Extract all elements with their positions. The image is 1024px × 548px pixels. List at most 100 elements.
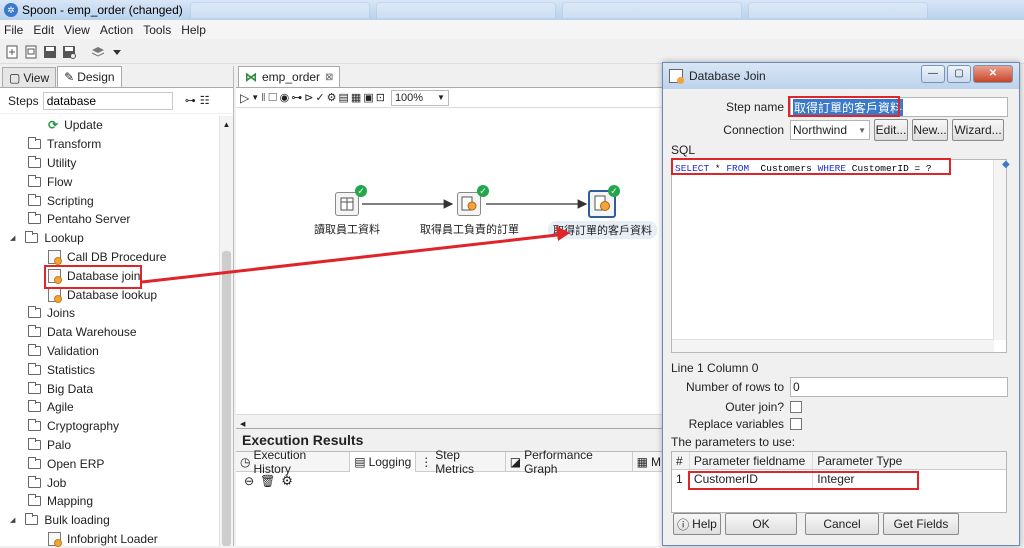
canvas[interactable]: ✓ 讀取員工資料 ✓ 取得員工負責的訂單 ✓ 取得訂單的客戶資料 [236, 108, 666, 426]
sql-editor[interactable]: SELECT * FROM Customers WHERE CustomerID… [671, 159, 1007, 353]
tab-metrics[interactable]: ▦ M [633, 451, 666, 472]
expanded-twisty-icon[interactable]: ◢ [10, 234, 15, 242]
tree-item[interactable]: Infobright Loader [0, 530, 220, 548]
expand-tree-icon[interactable]: ☷ [200, 94, 210, 107]
browser-tab[interactable] [190, 2, 370, 18]
tree-item[interactable]: Scripting [0, 191, 220, 210]
maximize-button[interactable]: ▢ [947, 65, 971, 83]
help-button[interactable]: ⓘ Help [673, 513, 721, 535]
col-header-type[interactable]: Parameter Type [813, 452, 1006, 469]
left-panel-scrollbar[interactable]: ▲ [219, 116, 233, 546]
tree-item[interactable]: Big Data [0, 379, 220, 398]
browser-tab[interactable] [376, 2, 556, 18]
tree-item[interactable]: Transform [0, 135, 220, 154]
zoom-select[interactable]: 100% ▼ [390, 89, 449, 106]
ok-button[interactable]: OK [725, 513, 797, 535]
layers-icon[interactable] [90, 44, 106, 60]
gear-icon[interactable]: ⚙ [281, 473, 293, 489]
menu-edit[interactable]: Edit [33, 23, 54, 37]
get-fields-button[interactable]: Get Fields [883, 513, 959, 535]
tab-emp-order[interactable]: ⋈ emp_order ⊠ [238, 66, 341, 87]
tree-item[interactable]: Validation [0, 342, 220, 361]
run-icon[interactable]: ▷ [240, 91, 249, 105]
menu-file[interactable]: File [4, 23, 23, 37]
table-row[interactable]: 1 CustomerID Integer [672, 470, 1006, 488]
close-button[interactable]: ✕ [973, 65, 1013, 83]
new-file-icon[interactable] [4, 44, 20, 60]
expanded-twisty-icon[interactable]: ◢ [10, 516, 15, 524]
menu-action[interactable]: Action [100, 23, 133, 37]
close-tab-icon[interactable]: ⊠ [325, 72, 333, 83]
stop-circle-icon[interactable]: ⊖ [244, 474, 254, 488]
outer-join-checkbox[interactable] [790, 401, 802, 413]
verify-icon[interactable]: ✓ [315, 91, 324, 104]
browser-tab[interactable] [748, 2, 928, 18]
preview-icon[interactable]: ◉ [280, 91, 290, 104]
menu-help[interactable]: Help [181, 23, 206, 37]
zoom-fit-icon[interactable]: ⊡ [376, 91, 385, 104]
sql-icon[interactable]: ▤ [339, 91, 349, 104]
pause-icon[interactable]: ‖ [261, 92, 266, 104]
tree-item[interactable]: ◢ Bulk loading [0, 511, 220, 530]
tree-item[interactable]: Database lookup [0, 285, 220, 304]
sql-horizontal-scrollbar[interactable] [672, 339, 994, 352]
tree-item[interactable]: Pentaho Server [0, 210, 220, 229]
impact-icon[interactable]: ⚙ [327, 91, 337, 104]
steps-search-input[interactable] [42, 91, 173, 110]
node-get-orders[interactable] [457, 192, 481, 216]
tree-item[interactable]: Utility [0, 154, 220, 173]
scroll-thumb[interactable] [222, 251, 231, 546]
tree-item[interactable]: ◢ Lookup [0, 229, 220, 248]
replay-icon[interactable]: ⊳ [304, 91, 313, 104]
save-as-icon[interactable] [61, 44, 77, 60]
tab-view[interactable]: ▢ View [2, 67, 57, 87]
col-header-fieldname[interactable]: Parameter fieldname [690, 452, 814, 469]
trash-icon[interactable]: 🗑 [260, 474, 275, 488]
connection-select[interactable]: Northwind ▼ [790, 120, 870, 140]
chevron-down-icon[interactable] [109, 44, 125, 60]
node-read-employees[interactable] [335, 192, 359, 216]
tree-item[interactable]: Statistics [0, 360, 220, 379]
show-results-icon[interactable]: ▣ [363, 91, 373, 104]
wizard-button[interactable]: Wizard... [952, 119, 1004, 141]
rows-input[interactable]: 0 [790, 377, 1008, 397]
tree-item[interactable]: Joins [0, 304, 220, 323]
param-type-cell[interactable]: Integer [813, 470, 1006, 488]
menu-tools[interactable]: Tools [143, 23, 171, 37]
replace-vars-checkbox[interactable] [790, 418, 802, 430]
tree-item[interactable]: ⟳ Update [0, 116, 220, 135]
tree-item[interactable]: Palo [0, 436, 220, 455]
collapse-tree-icon[interactable]: ⊶ [185, 94, 196, 107]
tree-item[interactable]: Database join [0, 266, 220, 285]
tree-item[interactable]: Flow [0, 172, 220, 191]
minimize-button[interactable]: — [921, 65, 945, 83]
scroll-up-arrow[interactable]: ▲ [220, 120, 233, 129]
tab-design[interactable]: ✎ Design [57, 66, 122, 87]
scroll-left-arrow[interactable]: ◀ [240, 421, 245, 428]
tree-item[interactable]: Job [0, 473, 220, 492]
tab-execution-history[interactable]: ◷ Execution History [236, 448, 351, 476]
explore-db-icon[interactable]: ▦ [351, 91, 361, 104]
debug-icon[interactable]: ⊶ [291, 91, 302, 104]
param-fieldname-cell[interactable]: CustomerID [690, 470, 814, 488]
edit-button[interactable]: Edit... [874, 119, 908, 141]
tree-item[interactable]: Agile [0, 398, 220, 417]
step-name-input[interactable]: 取得訂單的客戶資料 [790, 97, 1008, 117]
tab-step-metrics[interactable]: ⋮ Step Metrics [416, 448, 506, 476]
canvas-horizontal-scrollbar[interactable]: ◀ [236, 414, 666, 428]
tab-logging[interactable]: ▤ Logging [350, 451, 417, 472]
tree-item[interactable]: Data Warehouse [0, 323, 220, 342]
browser-tab[interactable] [562, 2, 742, 18]
tree-item[interactable]: Open ERP [0, 454, 220, 473]
tree-item[interactable]: Mapping [0, 492, 220, 511]
menu-view[interactable]: View [64, 23, 90, 37]
sql-vertical-scrollbar[interactable] [993, 160, 1006, 340]
new-button[interactable]: New... [912, 119, 948, 141]
open-file-icon[interactable] [23, 44, 39, 60]
tab-performance-graph[interactable]: ◪ Performance Graph [506, 448, 633, 476]
tree-item[interactable]: Cryptography [0, 417, 220, 436]
tree-item[interactable]: Call DB Procedure [0, 248, 220, 267]
save-icon[interactable] [42, 44, 58, 60]
cancel-button[interactable]: Cancel [805, 513, 879, 535]
stop-icon[interactable]: ☐ [268, 91, 278, 104]
